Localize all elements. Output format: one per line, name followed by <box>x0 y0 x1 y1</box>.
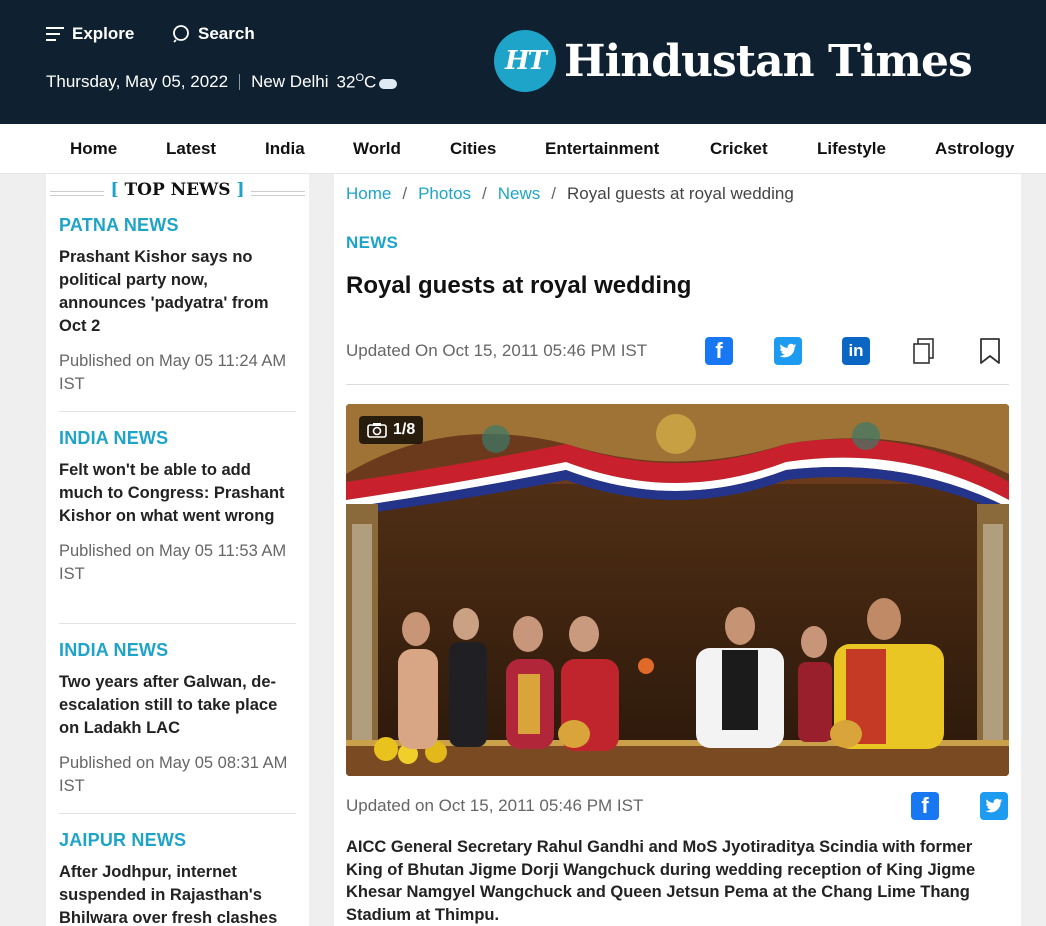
section-label[interactable]: NEWS <box>346 233 398 253</box>
updated-timestamp: Updated On Oct 15, 2011 05:46 PM IST <box>346 341 648 360</box>
nav-item-entertainment[interactable]: Entertainment <box>545 139 659 159</box>
divider <box>59 623 296 624</box>
twitter-icon[interactable] <box>774 337 802 365</box>
copy-icon[interactable] <box>910 337 938 365</box>
photo-caption: AICC General Secretary Rahul Gandhi and … <box>346 838 976 924</box>
divider <box>59 813 296 814</box>
facebook-icon[interactable]: f <box>911 792 939 820</box>
site-logo[interactable]: HT Hindustan Times <box>494 30 973 92</box>
divider <box>346 384 1009 385</box>
main-nav: Home Latest India World Cities Entertain… <box>0 124 1046 174</box>
explore-label: Explore <box>72 24 135 43</box>
site-header: Explore Search Thursday, May 05, 2022 Ne… <box>0 0 1046 124</box>
news-category[interactable]: INDIA NEWS <box>59 428 296 449</box>
breadcrumb-news[interactable]: News <box>498 184 541 203</box>
nav-item-latest[interactable]: Latest <box>166 139 216 159</box>
bookmark-icon[interactable] <box>976 337 1004 365</box>
photo-updated-timestamp: Updated on Oct 15, 2011 05:46 PM IST <box>346 796 644 815</box>
breadcrumb-photos[interactable]: Photos <box>418 184 471 203</box>
list-item[interactable]: INDIA NEWS Two years after Galwan, de-es… <box>59 640 296 798</box>
nav-item-astrology[interactable]: Astrology <box>935 139 1014 159</box>
breadcrumb-home[interactable]: Home <box>346 184 391 203</box>
temperature: 32OC <box>337 72 398 93</box>
city: New Delhi <box>251 72 329 92</box>
explore-button[interactable]: Explore <box>46 24 134 44</box>
nav-item-cricket[interactable]: Cricket <box>710 139 768 159</box>
gallery-photo[interactable]: 1/8 <box>346 404 1009 776</box>
nav-item-lifestyle[interactable]: Lifestyle <box>817 139 886 159</box>
breadcrumb: Home / Photos / News / Royal guests at royal w… <box>346 184 794 203</box>
photo-counter: 1/8 <box>359 416 424 444</box>
photo-illustration <box>346 404 1009 776</box>
facebook-icon[interactable]: f <box>705 337 733 365</box>
nav-item-world[interactable]: World <box>353 139 401 159</box>
news-title[interactable]: Two years after Galwan, de-escalation st… <box>59 671 296 740</box>
breadcrumb-current: Royal guests at royal wedding <box>567 184 794 203</box>
top-news-heading: [TOP NEWS] <box>46 180 309 204</box>
nav-item-home[interactable]: Home <box>70 139 117 159</box>
published-time: Published on May 05 11:53 AM IST <box>59 542 287 583</box>
hamburger-menu-icon <box>46 27 64 41</box>
twitter-icon[interactable] <box>980 792 1008 820</box>
news-title[interactable]: After Jodhpur, internet suspended in Raj… <box>59 861 296 926</box>
top-news-sidebar: [TOP NEWS] PATNA NEWS Prashant Kishor sa… <box>46 174 309 926</box>
divider <box>239 74 241 91</box>
article-main: Home / Photos / News / Royal guests at royal w… <box>334 174 1021 926</box>
news-title[interactable]: Felt won't be able to add much to Congre… <box>59 459 296 528</box>
news-category[interactable]: INDIA NEWS <box>59 640 296 661</box>
cloud-icon <box>379 78 398 89</box>
news-title[interactable]: Prashant Kishor says no political party … <box>59 246 296 338</box>
ht-logo-mark: HT <box>494 30 556 92</box>
current-date: Thursday, May 05, 2022 <box>46 72 229 92</box>
search-label: Search <box>198 24 255 43</box>
divider <box>59 411 296 412</box>
search-icon <box>173 25 189 43</box>
published-time: Published on May 05 08:31 AM IST <box>59 754 288 795</box>
news-category[interactable]: JAIPUR NEWS <box>59 830 296 851</box>
brand-name: Hindustan Times <box>564 35 973 87</box>
page-title: Royal guests at royal wedding <box>346 272 692 299</box>
search-button[interactable]: Search <box>172 24 255 44</box>
nav-item-cities[interactable]: Cities <box>450 139 496 159</box>
camera-icon <box>367 423 387 438</box>
list-item[interactable]: PATNA NEWS Prashant Kishor says no polit… <box>59 215 296 396</box>
nav-item-india[interactable]: India <box>265 139 305 159</box>
list-item[interactable]: JAIPUR NEWS After Jodhpur, internet susp… <box>59 830 296 926</box>
date-weather-bar: Thursday, May 05, 2022 New Delhi 32OC <box>46 72 398 93</box>
news-category[interactable]: PATNA NEWS <box>59 215 296 236</box>
published-time: Published on May 05 11:24 AM IST <box>59 352 287 393</box>
linkedin-icon[interactable]: in <box>842 337 870 365</box>
list-item[interactable]: INDIA NEWS Felt won't be able to add muc… <box>59 428 296 586</box>
